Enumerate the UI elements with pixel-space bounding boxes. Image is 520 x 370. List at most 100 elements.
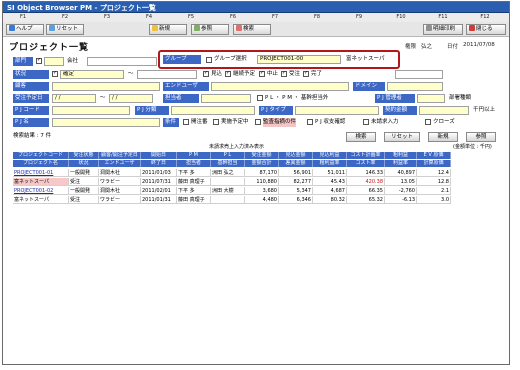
- column-header[interactable]: 顧客/開注予定日: [99, 152, 141, 159]
- status-confirmed-checkbox[interactable]: [52, 70, 58, 77]
- table-cell: 4,480: [245, 196, 279, 204]
- column-subheader[interactable]: 利益率: [385, 160, 417, 167]
- pj-category-field[interactable]: [171, 106, 255, 115]
- table-cell: 洲田 弘之: [211, 169, 245, 177]
- table-cell: 6,346: [279, 196, 313, 204]
- client-field[interactable]: [52, 82, 160, 91]
- help-button[interactable]: ヘルプ: [6, 24, 44, 35]
- form-view-button[interactable]: 参照: [466, 132, 496, 142]
- help-icon: [9, 25, 15, 31]
- group-highlight: [158, 50, 400, 69]
- column-subheader[interactable]: 金額合計: [245, 160, 279, 167]
- column-header[interactable]: P L: [211, 152, 245, 159]
- amount-field[interactable]: [419, 106, 469, 115]
- pj-name-label: P J 名: [13, 118, 49, 127]
- status-opt-checkbox[interactable]: [259, 70, 265, 77]
- toolbar: ヘルプ リセット 新規 参照 検索 明細印刷 閉じる: [3, 22, 509, 37]
- column-subheader[interactable]: 計算原価: [417, 160, 451, 167]
- column-header[interactable]: 受注状態: [69, 152, 99, 159]
- column-header[interactable]: 受注金額: [245, 152, 279, 159]
- column-subheader[interactable]: 基幹担当: [211, 160, 245, 167]
- status-field[interactable]: 確定: [60, 70, 124, 79]
- dept-checkbox[interactable]: [36, 57, 42, 64]
- view-button[interactable]: 参照: [191, 24, 229, 35]
- cond-checkbox[interactable]: [213, 119, 219, 125]
- pj-code-label: P J コード: [13, 106, 49, 115]
- column-header[interactable]: 見込利益: [313, 152, 347, 159]
- project-code-link[interactable]: PROJECT001-01: [13, 169, 69, 177]
- print-detail-label: 明細印刷: [433, 26, 456, 32]
- user-name: 弘之: [421, 44, 433, 50]
- status-opt-label: 中止: [267, 71, 279, 77]
- column-subheader[interactable]: 差異金額: [279, 160, 313, 167]
- cond-checkbox[interactable]: [363, 119, 369, 125]
- table-cell: [211, 178, 245, 186]
- column-subheader[interactable]: 終了日: [141, 160, 177, 167]
- column-header[interactable]: 開始日: [141, 152, 177, 159]
- column-header[interactable]: 粗利益: [385, 152, 417, 159]
- pj-type-field[interactable]: [295, 106, 379, 115]
- owner-field[interactable]: [201, 94, 251, 103]
- app-window: SI Object Browser PM - プロジェクト一覧 F1 F2 F3…: [2, 1, 510, 365]
- cond-checkbox[interactable]: [255, 119, 261, 125]
- column-subheader[interactable]: 粗利益率: [313, 160, 347, 167]
- reset-button[interactable]: リセット: [46, 24, 84, 35]
- status-opt-checkbox[interactable]: [281, 70, 287, 77]
- user-label: 権限: [405, 44, 417, 50]
- table-cell: 2011/01/31: [141, 196, 177, 204]
- status-extra-field[interactable]: [395, 70, 443, 79]
- table-cell: 富ネットスーパ: [13, 178, 69, 186]
- pj-name-field[interactable]: [52, 118, 160, 127]
- plan-date-from[interactable]: / /: [52, 94, 96, 103]
- table-cell: 4,687: [313, 187, 347, 195]
- dept-value: 会社: [67, 58, 79, 64]
- cond-checkbox[interactable]: [307, 119, 313, 125]
- dept-name-field[interactable]: [87, 57, 157, 66]
- new-label: 新規: [159, 26, 171, 32]
- search-icon: [236, 25, 242, 31]
- table-cell: 110,880: [245, 178, 279, 186]
- search-button[interactable]: 検索: [233, 24, 271, 35]
- table-cell: 2011/01/03: [141, 169, 177, 177]
- column-subheader[interactable]: エンドユーザ: [99, 160, 141, 167]
- status-opt-label: 受注: [289, 71, 301, 77]
- search-submit-button[interactable]: 検索: [346, 132, 376, 142]
- cond-label-2: 監査指摘の件: [263, 118, 297, 127]
- column-subheader[interactable]: プロジェクト名: [13, 160, 69, 167]
- status-opt-checkbox[interactable]: [203, 70, 209, 77]
- table-cell: ワラビー: [99, 178, 141, 186]
- domain-field[interactable]: [387, 82, 443, 91]
- status-opt-checkbox[interactable]: [303, 70, 309, 77]
- column-header[interactable]: プロジェクトコード: [13, 152, 69, 159]
- column-subheader[interactable]: 担当者: [177, 160, 211, 167]
- table-cell: 2011/07/31: [141, 178, 177, 186]
- column-header[interactable]: P M: [177, 152, 211, 159]
- form-reset-button[interactable]: リセット: [384, 132, 420, 142]
- pj-code-field[interactable]: [52, 106, 130, 115]
- column-header[interactable]: 見込金額: [279, 152, 313, 159]
- column-header[interactable]: E V 原価: [417, 152, 451, 159]
- plan-date-to[interactable]: / /: [109, 94, 153, 103]
- dept-code-field[interactable]: [44, 57, 64, 66]
- pj-manager-field[interactable]: [417, 94, 445, 103]
- cond-checkbox[interactable]: [425, 119, 431, 125]
- pl-pm-label: P L ・ P M ・ 基幹担当外: [265, 95, 329, 101]
- column-subheader[interactable]: コスト率: [347, 160, 385, 167]
- close-button[interactable]: 閉じる: [466, 24, 506, 35]
- new-button[interactable]: 新規: [149, 24, 187, 35]
- pl-pm-checkbox[interactable]: [257, 95, 263, 101]
- status-opt-checkbox[interactable]: [225, 70, 231, 77]
- column-header[interactable]: コスト計画率: [347, 152, 385, 159]
- cond-checkbox[interactable]: [183, 119, 189, 125]
- pj-type-label: P J タイプ: [259, 106, 293, 115]
- close-label: 閉じる: [476, 26, 493, 32]
- project-code-link[interactable]: PROJECT001-02: [13, 187, 69, 195]
- end-user-field[interactable]: [211, 82, 349, 91]
- cond-label-4: 未請求入力: [371, 119, 399, 125]
- table-cell: 一般開発: [69, 187, 99, 195]
- status-to-field[interactable]: [137, 70, 197, 79]
- column-subheader[interactable]: 状況: [69, 160, 99, 167]
- table-cell: 下平 多: [177, 187, 211, 195]
- form-new-button[interactable]: 新規: [428, 132, 458, 142]
- print-detail-button[interactable]: 明細印刷: [423, 24, 463, 35]
